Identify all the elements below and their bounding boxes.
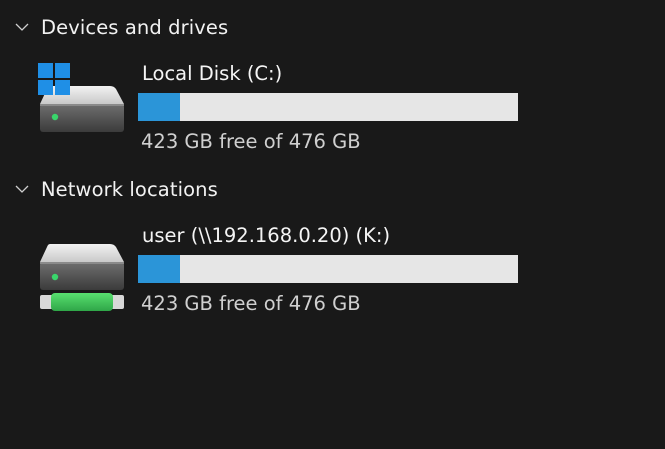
drive-name: user (\\192.168.0.20) (K:) [142, 224, 391, 247]
this-pc-drives-view: Devices and drives Local Disk (C:) 423 G… [0, 0, 665, 449]
chevron-down-icon[interactable] [14, 19, 30, 35]
drive-item-network-k[interactable]: user (\\192.168.0.20) (K:) 423 GB free o… [34, 222, 534, 322]
group-title: Devices and drives [41, 15, 229, 39]
network-drive-icon [34, 222, 130, 312]
drive-usage-bar [138, 255, 518, 283]
group-header-network-locations[interactable]: Network locations [14, 176, 218, 202]
drive-usage-bar-fill [138, 93, 181, 121]
drive-item-local-disk-c[interactable]: Local Disk (C:) 423 GB free of 476 GB [34, 60, 534, 160]
drive-usage-bar [138, 93, 518, 121]
drive-usage-bar-fill [138, 255, 181, 283]
chevron-down-icon[interactable] [14, 181, 30, 197]
group-title: Network locations [41, 177, 218, 201]
drive-free-space-text: 423 GB free of 476 GB [141, 292, 361, 315]
drive-name: Local Disk (C:) [142, 62, 283, 85]
group-header-devices-and-drives[interactable]: Devices and drives [14, 14, 228, 40]
drive-free-space-text: 423 GB free of 476 GB [141, 130, 361, 153]
windows-hard-drive-icon [34, 60, 130, 150]
